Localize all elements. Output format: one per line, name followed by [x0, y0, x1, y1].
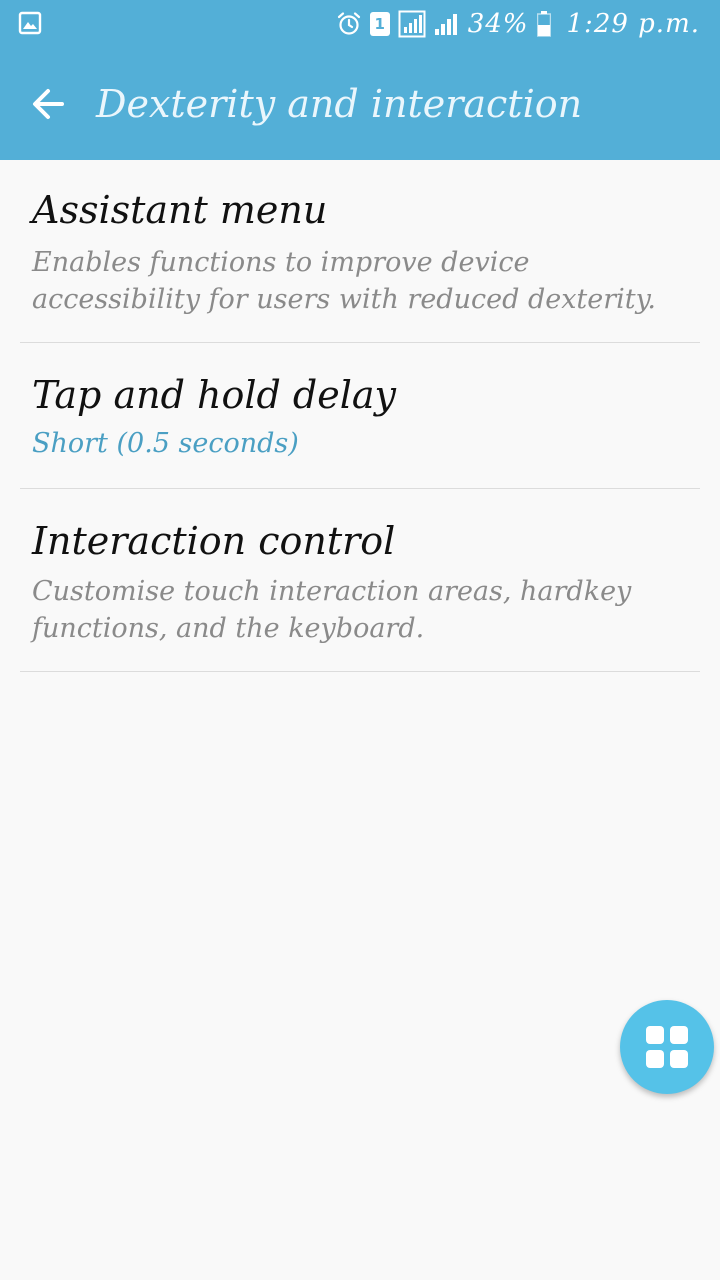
- page-title: Dexterity and interaction: [96, 82, 583, 126]
- list-item-subtitle: Enables functions to improve device acce…: [32, 247, 656, 315]
- divider: [20, 671, 700, 672]
- app-bar: Dexterity and interaction: [0, 48, 720, 160]
- gallery-icon: [18, 11, 42, 35]
- alarm-icon: [337, 12, 360, 35]
- clock: 1:29 p.m.: [566, 9, 700, 39]
- list-item-tap-and-hold-delay[interactable]: Tap and hold delay Short (0.5 seconds): [0, 343, 720, 489]
- list-item-subtitle: Customise touch interaction areas, hardk…: [32, 576, 632, 644]
- arrow-left-icon: [33, 89, 64, 119]
- cell-signal-icon: [434, 14, 457, 35]
- list-item-title: Tap and hold delay: [32, 373, 396, 417]
- back-button[interactable]: [24, 80, 72, 128]
- grid-icon: [646, 1026, 688, 1068]
- list-item-value: Short (0.5 seconds): [32, 428, 299, 459]
- list-item-title: Assistant menu: [32, 188, 328, 232]
- battery-icon: [536, 11, 551, 37]
- list-item-interaction-control[interactable]: Interaction control Customise touch inte…: [0, 489, 720, 672]
- list-item-title: Interaction control: [32, 519, 396, 563]
- sim-1-icon: 1: [369, 12, 390, 36]
- list-item-assistant-menu[interactable]: Assistant menu Enables functions to impr…: [0, 160, 720, 343]
- status-bar: 1 34% 1:29 p.m.: [0, 0, 720, 48]
- assistant-menu-fab[interactable]: [620, 1000, 714, 1094]
- wifi-signal-icon: [398, 10, 426, 38]
- settings-list: Assistant menu Enables functions to impr…: [0, 160, 720, 672]
- battery-percentage: 34%: [467, 9, 529, 39]
